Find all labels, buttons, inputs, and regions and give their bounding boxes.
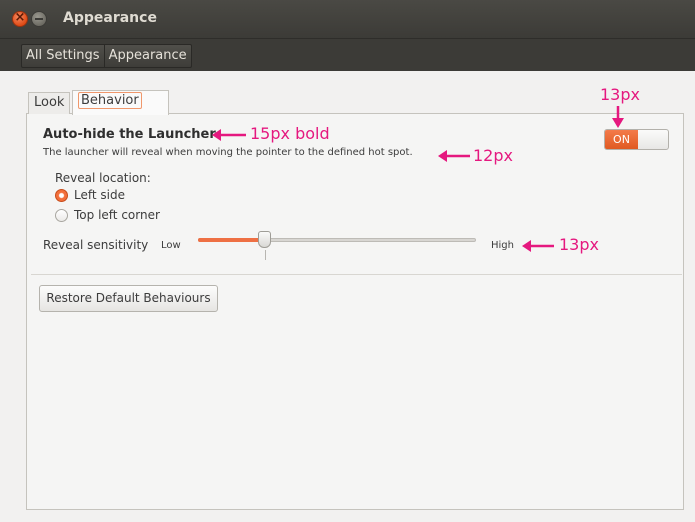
annotation-description-size: 12px [473, 146, 513, 165]
sensitivity-slider-fill [198, 238, 265, 242]
arrow-down-icon [611, 106, 625, 128]
radio-left-side-label: Left side [74, 188, 125, 202]
radio-unselected-icon [55, 209, 68, 222]
tab-behavior-label: Behavior [78, 92, 142, 109]
tab-behavior[interactable]: Behavior [72, 90, 169, 115]
sensitivity-high-label: High [491, 240, 514, 251]
sensitivity-label: Reveal sensitivity [43, 238, 149, 252]
title-bar: Appearance [0, 0, 695, 38]
breadcrumb: All Settings Appearance [21, 44, 192, 68]
annotation-heading-size: 15px bold [250, 124, 330, 143]
switch-on-label: ON [605, 130, 638, 149]
tab-look[interactable]: Look [28, 92, 70, 114]
radio-left-side[interactable]: Left side [55, 187, 215, 205]
arrow-left-icon [438, 148, 474, 162]
minimize-icon[interactable] [31, 11, 47, 27]
slider-tick-mark [264, 250, 266, 260]
autohide-description: The launcher will reveal when moving the… [43, 147, 413, 158]
window-title: Appearance [63, 10, 157, 26]
close-icon[interactable] [12, 10, 28, 27]
annotation-slider-size: 13px [559, 235, 599, 254]
radio-top-left-corner[interactable]: Top left corner [55, 207, 215, 225]
radio-selected-icon [55, 189, 68, 202]
sensitivity-slider-handle[interactable] [257, 231, 271, 248]
toolbar: All Settings Appearance [0, 38, 695, 71]
radio-top-left-label: Top left corner [74, 208, 160, 222]
breadcrumb-appearance[interactable]: Appearance [103, 45, 191, 67]
annotation-switch-size: 13px [600, 85, 640, 104]
restore-defaults-button[interactable]: Restore Default Behaviours [39, 285, 218, 312]
reveal-location-label: Reveal location: [55, 171, 151, 185]
autohide-switch[interactable]: ON [604, 129, 669, 150]
sensitivity-low-label: Low [161, 240, 181, 251]
arrow-left-icon [522, 238, 558, 252]
arrow-left-icon [212, 127, 252, 141]
breadcrumb-all-settings[interactable]: All Settings [22, 45, 104, 67]
section-divider [31, 274, 682, 275]
autohide-heading: Auto-hide the Launcher [43, 127, 216, 142]
